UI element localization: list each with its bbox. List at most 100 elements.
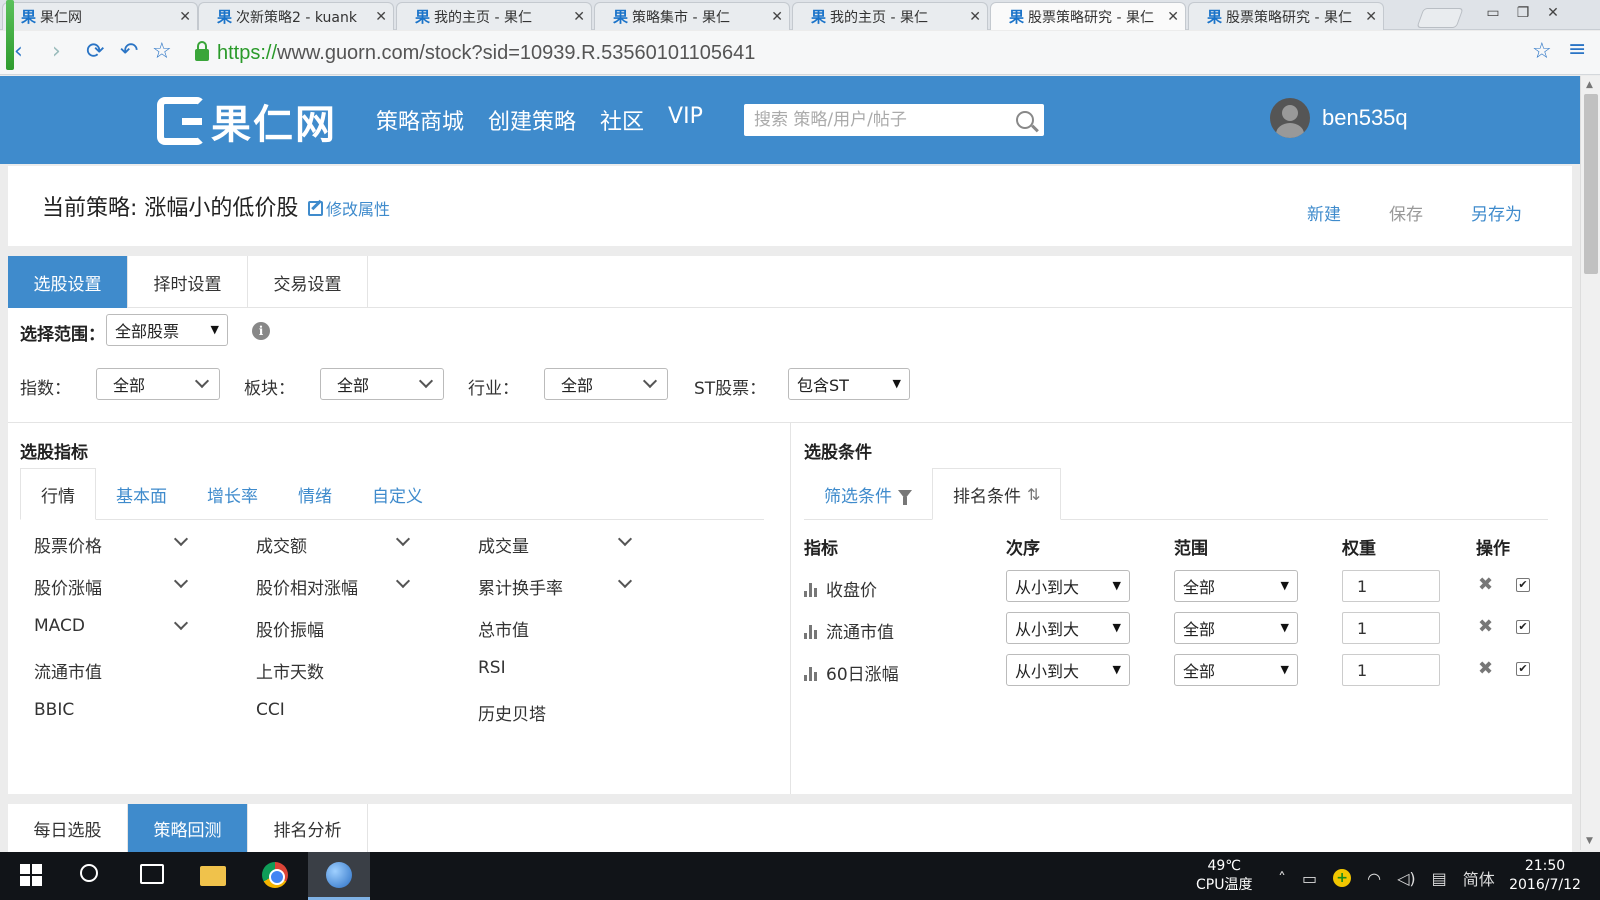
indicator-item[interactable]: BBIC bbox=[34, 700, 74, 720]
task-view-icon[interactable] bbox=[140, 864, 164, 884]
tab-trading[interactable]: 交易设置 bbox=[248, 256, 368, 308]
browser-tab[interactable]: 果 次新策略2 - kuank ✕ bbox=[198, 2, 394, 30]
order-select[interactable]: 从小到大 ▼ bbox=[1006, 570, 1130, 602]
delete-icon[interactable]: ✖ bbox=[1478, 658, 1493, 679]
indicator-item[interactable]: CCI bbox=[256, 700, 285, 720]
security-plus-icon[interactable]: + bbox=[1333, 869, 1352, 887]
tab-sentiment[interactable]: 情绪 bbox=[278, 468, 352, 520]
browser-app-button[interactable] bbox=[308, 852, 370, 900]
chevron-down-icon[interactable] bbox=[395, 573, 411, 589]
industry-select[interactable]: 全部 bbox=[544, 368, 668, 400]
chevron-down-icon[interactable] bbox=[617, 531, 633, 547]
indicator-item[interactable]: 累计换手率 bbox=[478, 574, 563, 599]
site-logo[interactable]: 果仁网 bbox=[157, 92, 337, 150]
clock[interactable]: 21:50 2016/7/12 bbox=[1500, 857, 1590, 895]
search-icon[interactable] bbox=[1016, 111, 1034, 129]
enable-checkbox[interactable]: ✔ bbox=[1516, 578, 1530, 592]
browser-menu-icon[interactable]: ≡ bbox=[1568, 37, 1586, 62]
scope-select[interactable]: 全部股票 ▼ bbox=[106, 314, 228, 346]
file-explorer-icon[interactable] bbox=[200, 866, 226, 886]
indicator-item[interactable]: 总市值 bbox=[478, 616, 529, 641]
tab-backtest[interactable]: 策略回测 bbox=[128, 804, 248, 852]
page-scrollbar[interactable]: ▲ ▼ bbox=[1580, 76, 1600, 850]
enable-checkbox[interactable]: ✔ bbox=[1516, 662, 1530, 676]
st-select[interactable]: 包含ST ▼ bbox=[788, 368, 910, 400]
indicator-item[interactable]: 股价振幅 bbox=[256, 616, 324, 641]
minimize-icon[interactable]: ▭ bbox=[1478, 2, 1508, 24]
save-as-button[interactable]: 另存为 bbox=[1471, 200, 1522, 225]
indicator-item[interactable]: 成交额 bbox=[256, 532, 307, 557]
indicator-item[interactable]: MACD bbox=[34, 616, 85, 636]
indicator-item[interactable]: 股票价格 bbox=[34, 532, 102, 557]
save-button[interactable]: 保存 bbox=[1389, 200, 1423, 225]
back-icon[interactable]: ‹ bbox=[14, 39, 23, 64]
undo-icon[interactable]: ↶ bbox=[120, 39, 138, 64]
delete-icon[interactable]: ✖ bbox=[1478, 616, 1493, 637]
nav-create-strategy[interactable]: 创建策略 bbox=[488, 104, 576, 136]
scroll-up-icon[interactable]: ▲ bbox=[1586, 80, 1593, 90]
weight-input[interactable]: 1 bbox=[1342, 612, 1440, 644]
indicator-item[interactable]: 股价相对涨幅 bbox=[256, 574, 358, 599]
order-select[interactable]: 从小到大 ▼ bbox=[1006, 654, 1130, 686]
weight-input[interactable]: 1 bbox=[1342, 654, 1440, 686]
tab-stock-selection[interactable]: 选股设置 bbox=[8, 256, 128, 308]
volume-icon[interactable]: ◁) bbox=[1397, 869, 1416, 888]
delete-icon[interactable]: ✖ bbox=[1478, 574, 1493, 595]
close-tab-icon[interactable]: ✕ bbox=[179, 9, 191, 25]
tab-daily-selection[interactable]: 每日选股 bbox=[8, 804, 128, 852]
chevron-up-icon[interactable]: ˄ bbox=[1278, 869, 1286, 888]
sector-select[interactable]: 全部 bbox=[320, 368, 444, 400]
user-menu[interactable]: ben535q bbox=[1270, 98, 1408, 138]
edit-properties-link[interactable]: 修改属性 bbox=[308, 196, 390, 220]
nav-strategy-mall[interactable]: 策略商城 bbox=[376, 104, 464, 136]
forward-icon[interactable]: › bbox=[52, 39, 61, 64]
new-button[interactable]: 新建 bbox=[1307, 200, 1341, 225]
chevron-down-icon[interactable] bbox=[617, 573, 633, 589]
range-select[interactable]: 全部 ▼ bbox=[1174, 612, 1298, 644]
chrome-icon[interactable] bbox=[262, 862, 288, 888]
close-tab-icon[interactable]: ✕ bbox=[573, 9, 585, 25]
browser-tab[interactable]: 果 策略集市 - 果仁 ✕ bbox=[594, 2, 790, 30]
scroll-down-icon[interactable]: ▼ bbox=[1586, 836, 1593, 846]
restore-icon[interactable]: ❐ bbox=[1508, 2, 1538, 24]
battery-icon[interactable]: ▭ bbox=[1302, 869, 1317, 888]
indicator-item[interactable]: 成交量 bbox=[478, 532, 529, 557]
new-tab-button[interactable] bbox=[1416, 8, 1464, 28]
browser-tab[interactable]: 果 股票策略研究 - 果仁 ✕ bbox=[1188, 2, 1384, 30]
avatar[interactable] bbox=[1270, 98, 1310, 138]
indicator-item[interactable]: 流通市值 bbox=[34, 658, 102, 683]
browser-tab-active[interactable]: 果 股票策略研究 - 果仁 ✕ bbox=[990, 2, 1186, 30]
tab-fundamentals[interactable]: 基本面 bbox=[96, 468, 187, 520]
wifi-icon[interactable]: ◠ bbox=[1367, 869, 1381, 888]
reload-icon[interactable]: ⟳ bbox=[86, 39, 104, 64]
url-field[interactable]: https:// www.guorn.com/stock?sid=10939.R… bbox=[195, 36, 1555, 70]
tab-ranking-analysis[interactable]: 排名分析 bbox=[248, 804, 368, 852]
close-tab-icon[interactable]: ✕ bbox=[969, 9, 981, 25]
close-window-icon[interactable]: ✕ bbox=[1538, 2, 1568, 24]
range-select[interactable]: 全部 ▼ bbox=[1174, 654, 1298, 686]
close-tab-icon[interactable]: ✕ bbox=[771, 9, 783, 25]
indicator-item[interactable]: 历史贝塔 bbox=[478, 700, 546, 725]
indicator-item[interactable]: 上市天数 bbox=[256, 658, 324, 683]
bookmark-star-icon[interactable]: ☆ bbox=[152, 39, 172, 64]
search-icon[interactable] bbox=[80, 864, 98, 882]
tab-timing[interactable]: 择时设置 bbox=[128, 256, 248, 308]
ime-indicator[interactable]: 简体 bbox=[1463, 866, 1495, 890]
browser-tab[interactable]: 果 果仁网 ✕ bbox=[2, 2, 198, 30]
search-input[interactable] bbox=[754, 110, 1016, 130]
weight-input[interactable]: 1 bbox=[1342, 570, 1440, 602]
index-select[interactable]: 全部 bbox=[96, 368, 220, 400]
tab-custom[interactable]: 自定义 bbox=[352, 468, 443, 520]
range-select[interactable]: 全部 ▼ bbox=[1174, 570, 1298, 602]
chevron-down-icon[interactable] bbox=[173, 615, 189, 631]
tab-ranking-conditions[interactable]: 排名条件 ⇅ bbox=[932, 468, 1062, 520]
windows-start-icon[interactable] bbox=[20, 864, 42, 886]
close-tab-icon[interactable]: ✕ bbox=[1365, 9, 1377, 25]
notification-icon[interactable]: ▤ bbox=[1432, 869, 1447, 888]
chevron-down-icon[interactable] bbox=[173, 531, 189, 547]
close-tab-icon[interactable]: ✕ bbox=[375, 9, 387, 25]
info-icon[interactable]: i bbox=[252, 322, 270, 340]
browser-tab[interactable]: 果 我的主页 - 果仁 ✕ bbox=[396, 2, 592, 30]
chevron-down-icon[interactable] bbox=[395, 531, 411, 547]
order-select[interactable]: 从小到大 ▼ bbox=[1006, 612, 1130, 644]
